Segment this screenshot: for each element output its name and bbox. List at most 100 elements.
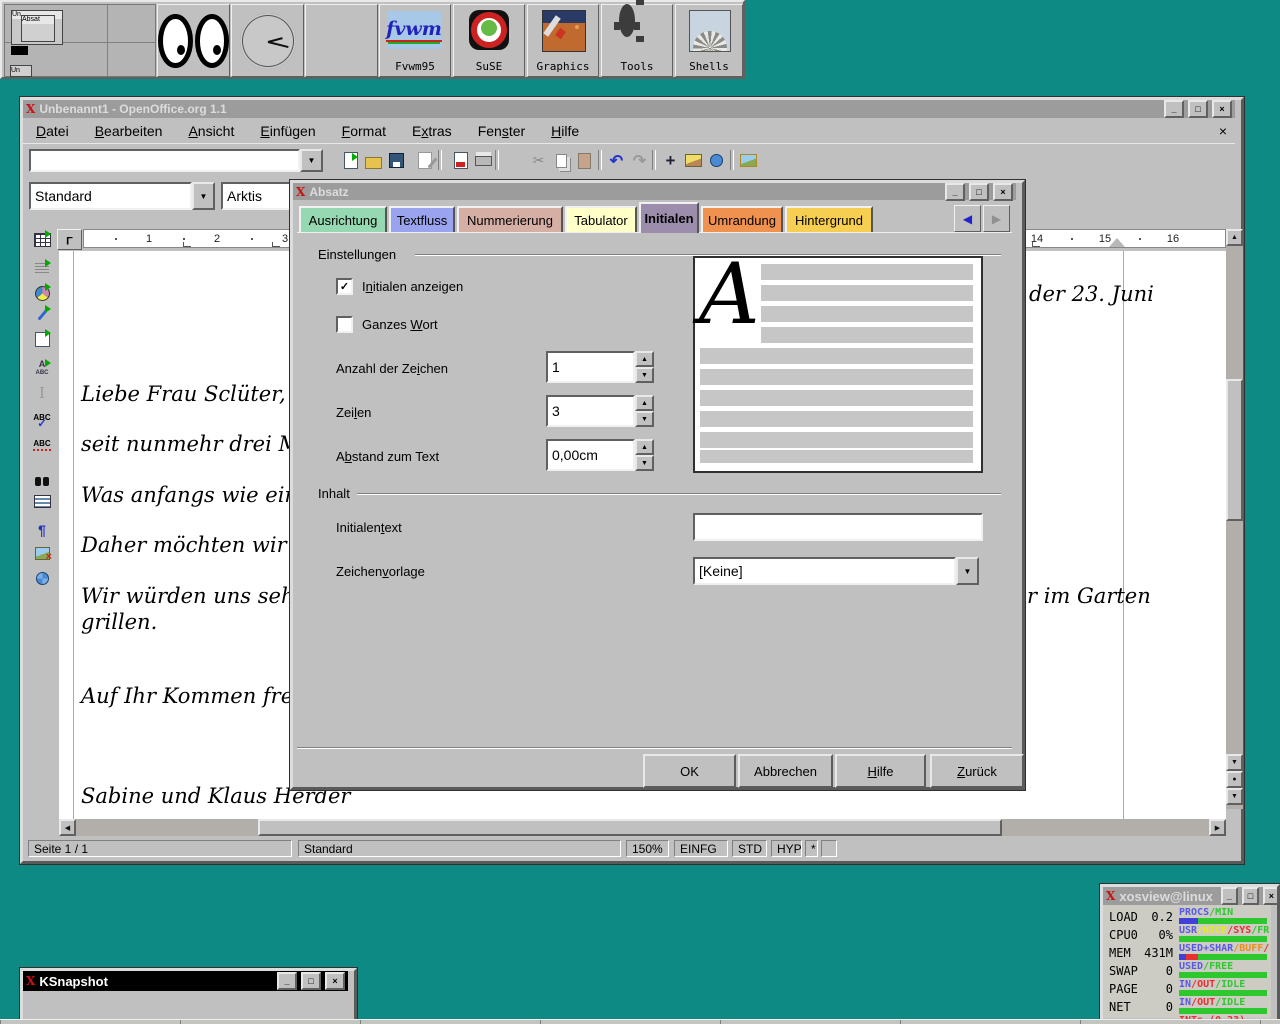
edit-file-icon[interactable] (414, 150, 435, 171)
maximize-icon[interactable]: □ (1188, 100, 1208, 118)
checkbox-ganzes-wort[interactable]: ✓ Ganzes Wort (336, 316, 438, 333)
menu-format[interactable]: Format (329, 122, 399, 140)
vertical-scrollbar-thumb[interactable] (1226, 379, 1243, 521)
redo-icon[interactable]: ↷ (629, 150, 650, 171)
vertical-scrollbar[interactable]: ▲ ▼ ● ▼ (1226, 229, 1243, 809)
minimize-icon[interactable]: _ (1164, 100, 1184, 118)
launcher-suse[interactable]: SuSE (453, 4, 525, 77)
cut-icon[interactable]: ✂ (528, 150, 549, 171)
minimize-icon[interactable]: _ (945, 183, 965, 201)
menu-extras[interactable]: Extras (399, 122, 465, 140)
tab-initialen[interactable]: Initialen (639, 202, 699, 233)
scroll-up-icon[interactable]: ▲ (1226, 229, 1243, 246)
gallery-icon[interactable] (683, 150, 704, 171)
minimize-icon[interactable]: _ (277, 972, 297, 990)
desktop-pager[interactable]: Un Absat Un (4, 4, 156, 77)
help-button[interactable]: Hilfe (835, 754, 926, 788)
paragraph-style-combobox[interactable]: Standard ▼ (29, 182, 215, 210)
cancel-button[interactable]: Abbrechen (738, 754, 833, 788)
dialog-titlebar[interactable]: X Absatz _ □ × (293, 183, 1016, 200)
navigator-icon[interactable]: + (660, 150, 681, 171)
close-document-icon[interactable]: × (1211, 123, 1235, 139)
save-icon[interactable] (386, 150, 407, 171)
tab-hintergrund[interactable]: Hintergrund (785, 206, 873, 233)
menu-ansicht[interactable]: Ansicht (175, 122, 247, 140)
ok-button[interactable]: OK (643, 754, 736, 788)
spin-up-icon[interactable]: ▲ (635, 351, 654, 367)
status-selection-mode[interactable]: STD (732, 840, 767, 857)
next-page-icon[interactable]: ▼ (1226, 788, 1243, 805)
maximize-icon[interactable]: □ (1242, 887, 1259, 905)
data-sources-icon[interactable] (31, 490, 53, 512)
export-pdf-icon[interactable] (450, 150, 471, 171)
horizontal-scrollbar-thumb[interactable] (258, 819, 1002, 836)
spin-down-icon[interactable]: ▼ (635, 367, 654, 383)
images-toggle-icon[interactable]: × (31, 542, 53, 564)
maximize-icon[interactable]: □ (969, 183, 989, 201)
tab-ausrichtung[interactable]: Ausrichtung (299, 206, 387, 233)
url-combobox[interactable]: ▼ (29, 149, 323, 172)
draw-functions-icon[interactable] (31, 304, 53, 326)
text-cursor-icon[interactable]: I (31, 382, 53, 404)
empty-panel-button[interactable] (305, 4, 378, 77)
back-button[interactable]: Zurück (930, 754, 1024, 788)
margin-marker-icon[interactable] (1109, 238, 1125, 247)
url-input[interactable] (29, 149, 300, 172)
online-layout-icon[interactable] (31, 567, 53, 589)
menu-bearbeiten[interactable]: Bearbeiten (82, 122, 176, 140)
spin-down-icon[interactable]: ▼ (635, 455, 654, 471)
scroll-left-icon[interactable]: ◀ (59, 819, 76, 836)
undo-icon[interactable]: ↶ (606, 150, 627, 171)
menu-datei[interactable]: Datei (23, 122, 82, 140)
menu-hilfe[interactable]: Hilfe (538, 122, 592, 140)
close-icon[interactable]: × (1263, 887, 1280, 905)
status-zoom[interactable]: 150% (626, 840, 669, 857)
tab-umrandung[interactable]: Umrandung (701, 206, 783, 233)
spin-up-icon[interactable]: ▲ (635, 395, 654, 411)
minimize-icon[interactable]: _ (1221, 887, 1238, 905)
find-replace-icon[interactable] (31, 470, 53, 492)
horizontal-scrollbar[interactable]: ◀ ▶ (59, 819, 1226, 836)
autospellcheck-icon[interactable]: ABC (31, 434, 53, 456)
print-icon[interactable] (473, 150, 494, 171)
paste-icon[interactable] (574, 150, 595, 171)
tab-tabulator[interactable]: Tabulator (565, 206, 637, 233)
menu-fenster[interactable]: Fenster (465, 122, 538, 140)
new-document-icon[interactable] (340, 150, 361, 171)
writer-titlebar[interactable]: X Unbenannt1 - OpenOffice.org 1.1 _ □ × (23, 100, 1235, 118)
pager-mini-window[interactable]: Un (10, 65, 32, 77)
initialentext-input[interactable] (693, 513, 983, 541)
open-icon[interactable] (363, 150, 384, 171)
insert-section-icon[interactable] (31, 258, 53, 280)
dropdown-icon[interactable]: ▼ (956, 557, 979, 585)
status-insert-mode[interactable]: EINFG (674, 840, 728, 857)
tab-forward-icon[interactable]: ▶ (983, 205, 1010, 232)
dropdown-icon[interactable]: ▼ (300, 149, 323, 172)
tab-nummerierung[interactable]: Nummerierung (457, 206, 563, 233)
formatting-marks-icon[interactable]: ¶ (31, 519, 53, 541)
spellcheck-icon[interactable]: ABC✓ (31, 410, 53, 432)
insert-fields-icon[interactable]: AABC (31, 358, 53, 380)
tab-type-button[interactable]: L (57, 229, 82, 250)
tab-textfluss[interactable]: Textfluss (389, 206, 455, 233)
insert-form-icon[interactable] (31, 328, 53, 350)
launcher-graphics[interactable]: Graphics (527, 4, 599, 77)
maximize-icon[interactable]: □ (301, 972, 321, 990)
insert-image-icon[interactable] (738, 150, 759, 171)
scroll-down-icon[interactable]: ▼ (1226, 754, 1243, 771)
scroll-right-icon[interactable]: ▶ (1209, 819, 1226, 836)
distance-spinner[interactable]: 0,00cm ▲▼ (546, 439, 654, 471)
lines-spinner[interactable]: 3 ▲▼ (546, 395, 654, 427)
xosview-titlebar[interactable]: X xosview@linux _ □ × (1103, 887, 1271, 905)
taskbar-edge-strip[interactable] (0, 1019, 1280, 1024)
dropdown-icon[interactable]: ▼ (192, 182, 215, 210)
hyperlink-globe-icon[interactable] (706, 150, 727, 171)
pager-mini-window[interactable]: Absat (21, 15, 55, 42)
close-icon[interactable]: × (325, 972, 345, 990)
status-hyperlink-mode[interactable]: HYP (771, 840, 802, 857)
launcher-fvwm95[interactable]: fvwm Fvwm95 (379, 4, 451, 77)
xeyes-button[interactable] (157, 4, 230, 77)
menu-einfuegen[interactable]: Einfügen (247, 122, 328, 140)
insert-table-icon[interactable] (31, 229, 53, 251)
chars-spinner[interactable]: 1 ▲▼ (546, 351, 654, 383)
